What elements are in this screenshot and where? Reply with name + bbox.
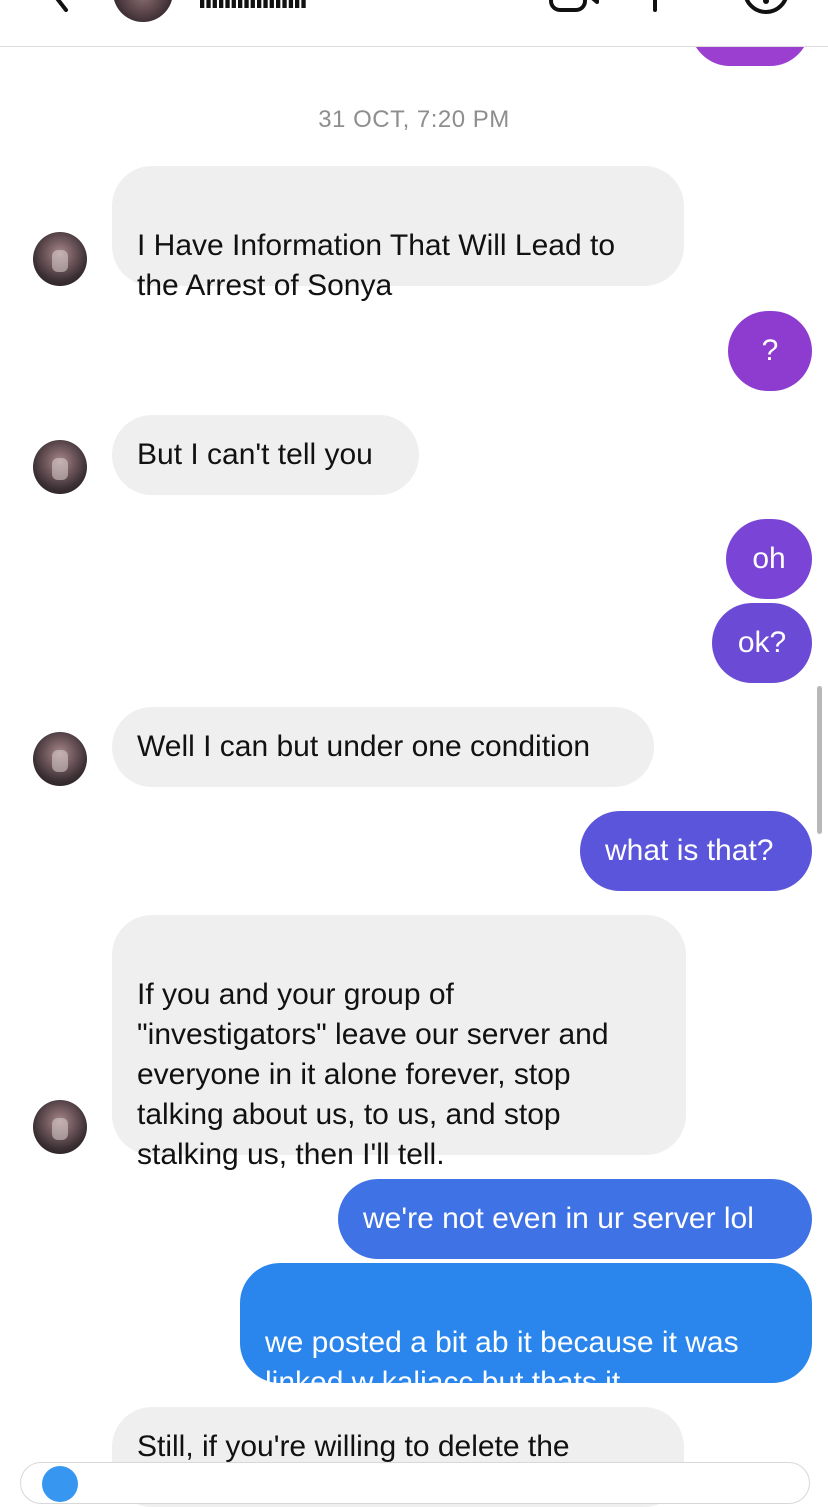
sender-avatar[interactable] xyxy=(33,1100,87,1154)
sender-avatar[interactable] xyxy=(33,732,87,786)
chevron-left-icon[interactable] xyxy=(38,0,78,12)
message-bubble-incoming[interactable]: But I can't tell you xyxy=(112,415,419,495)
chat-header: IIIIIIIIIIIIIIIII xyxy=(0,0,828,47)
sender-avatar[interactable] xyxy=(33,440,87,494)
message-text: we posted a bit ab it because it was lin… xyxy=(265,1326,739,1399)
phone-icon[interactable] xyxy=(640,0,670,14)
message-bubble-outgoing[interactable]: oh xyxy=(726,519,812,599)
message-bubble-outgoing[interactable]: ? xyxy=(728,311,812,391)
message-bubble-outgoing[interactable]: we posted a bit ab it because it was lin… xyxy=(240,1263,812,1399)
message-text: ? xyxy=(761,334,779,367)
message-bubble-incoming[interactable]: I Have Information That Will Lead to the… xyxy=(112,166,684,302)
message-timestamp: 31 OCT, 7:20 PM xyxy=(318,106,510,133)
message-text: oh xyxy=(752,542,786,575)
message-bubble-outgoing[interactable]: ok? xyxy=(712,603,812,683)
info-icon[interactable] xyxy=(742,0,790,16)
message-text: we're not even in ur server lol xyxy=(363,1202,754,1235)
message-bubble-outgoing[interactable]: what is that? xyxy=(580,811,812,891)
scrollbar[interactable] xyxy=(817,686,822,834)
message-text: Still, if you're willing to delete the xyxy=(137,1430,570,1463)
camera-button[interactable] xyxy=(42,1466,78,1502)
message-composer[interactable] xyxy=(20,1462,810,1504)
message-text: If you and your group of "investigators"… xyxy=(137,978,609,1171)
video-camera-icon[interactable] xyxy=(548,0,600,14)
message-text: I Have Information That Will Lead to the… xyxy=(137,229,616,302)
contact-name[interactable]: IIIIIIIIIIIIIIIII xyxy=(198,0,308,16)
message-text: Well I can but under one condition xyxy=(137,730,591,763)
message-text: But I can't tell you xyxy=(137,438,373,471)
header-avatar[interactable] xyxy=(113,0,173,22)
message-bubble-outgoing[interactable]: we're not even in ur server lol xyxy=(338,1179,812,1259)
message-bubble-incoming[interactable]: Well I can but under one condition xyxy=(112,707,654,787)
message-text: what is that? xyxy=(605,834,774,867)
message-text: ok? xyxy=(737,626,787,659)
message-bubble-incoming[interactable]: If you and your group of "investigators"… xyxy=(112,915,686,1171)
sender-avatar[interactable] xyxy=(33,232,87,286)
